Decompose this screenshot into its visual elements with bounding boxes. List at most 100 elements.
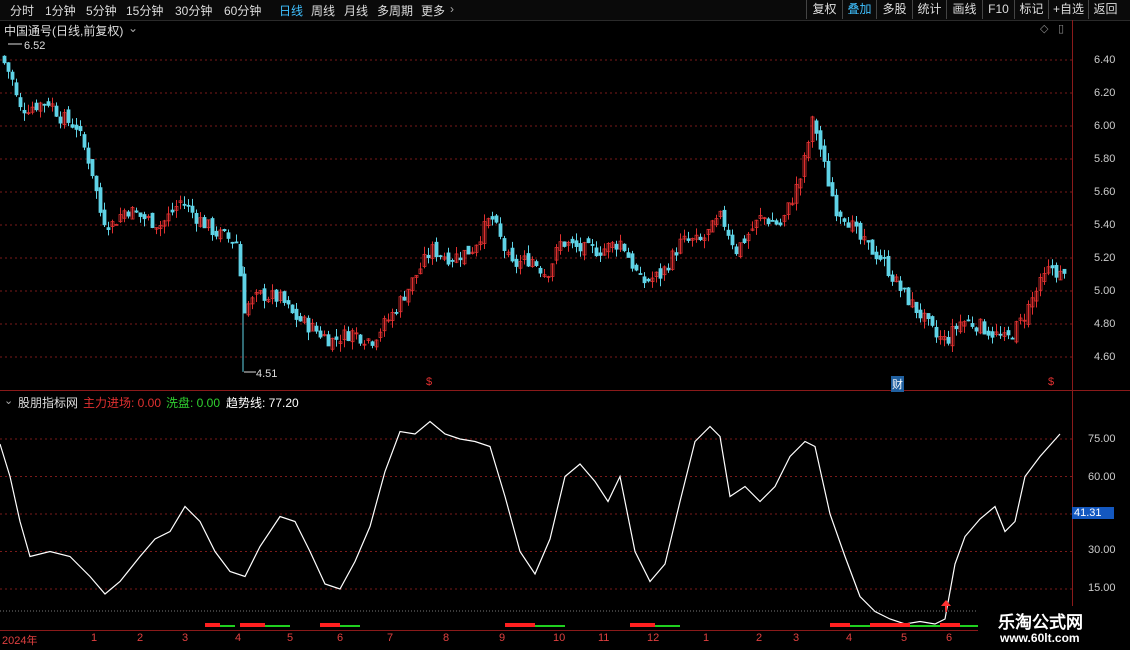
candle-body	[970, 323, 975, 327]
candle-body	[10, 71, 15, 80]
candle-body	[106, 227, 111, 230]
candle-body	[674, 252, 679, 256]
date-label: 7	[387, 632, 394, 644]
date-label: 8	[443, 632, 450, 644]
candle-body	[34, 102, 39, 111]
candle-body	[18, 97, 23, 108]
candle-body	[226, 232, 231, 239]
candle-body	[102, 209, 107, 226]
low-price-label: 4.51	[256, 368, 278, 380]
dividend-marker[interactable]: $	[1048, 376, 1054, 388]
candle-body	[182, 203, 187, 206]
finance-marker[interactable]: 财	[891, 376, 904, 392]
candle-body	[194, 212, 199, 224]
inflow-bar	[505, 623, 535, 627]
candle-body	[54, 105, 59, 117]
date-label: 11	[598, 632, 610, 644]
candle-body	[126, 211, 131, 217]
candle-body	[74, 124, 79, 130]
trend-line	[0, 420, 1061, 625]
window-icon[interactable]: ▯	[1058, 22, 1064, 35]
date-label: 3	[793, 632, 800, 644]
candle-body	[934, 326, 939, 338]
candle-body	[498, 223, 503, 237]
kline-chart[interactable]	[0, 0, 1130, 650]
candle-body	[78, 126, 83, 132]
candle-body	[82, 134, 87, 148]
collapse-icon[interactable]: ⌄	[4, 394, 13, 407]
washout-bar	[265, 625, 290, 627]
candle-body	[986, 330, 991, 336]
candle-body	[42, 103, 47, 106]
current-value-badge: 41.31	[1072, 507, 1114, 519]
washout-bar	[960, 625, 980, 627]
washout-bar	[220, 625, 235, 627]
high-price-label: 6.52	[24, 40, 46, 52]
candle-body	[974, 327, 979, 332]
candle-body	[666, 267, 671, 271]
candle-body	[766, 218, 771, 225]
candle-body	[570, 238, 575, 244]
candle-body	[234, 241, 239, 244]
indicator-line3-label: 趋势线: 77.20	[226, 396, 299, 410]
candle-body	[286, 300, 291, 305]
date-label: 2	[756, 632, 763, 644]
candle-body	[838, 211, 843, 217]
candle-body	[434, 241, 439, 258]
candle-body	[562, 241, 567, 247]
candle-body	[734, 246, 739, 255]
candle-body	[318, 330, 323, 338]
candle-body	[830, 182, 835, 197]
candle-body	[466, 245, 471, 255]
y-tick-price: 5.60	[1094, 186, 1116, 198]
y-tick-price: 4.80	[1094, 318, 1116, 330]
candle-body	[598, 252, 603, 256]
candle-body	[774, 220, 779, 225]
candle-body	[642, 276, 647, 284]
y-tick-price: 6.20	[1094, 87, 1116, 99]
candle-body	[622, 243, 627, 252]
candle-body	[886, 255, 891, 277]
inflow-bar	[240, 623, 265, 627]
candle-body	[658, 268, 663, 279]
washout-bar	[535, 625, 565, 627]
candle-body	[94, 175, 99, 192]
candle-body	[890, 274, 895, 282]
candle-body	[930, 316, 935, 326]
candle-body	[834, 194, 839, 217]
candle-body	[818, 130, 823, 150]
date-label: 10	[553, 632, 566, 644]
diamond-icon[interactable]: ◇	[1040, 22, 1048, 35]
candle-body	[698, 236, 703, 241]
candle-body	[826, 160, 831, 187]
candle-body	[866, 240, 871, 243]
candle-body	[858, 222, 863, 240]
candle-body	[626, 252, 631, 258]
candle-body	[770, 220, 775, 222]
candle-body	[982, 321, 987, 335]
candle-body	[814, 120, 819, 134]
candle-body	[898, 280, 903, 291]
candle-body	[134, 210, 139, 213]
date-label: 6	[946, 632, 953, 644]
indicator-name[interactable]: 股朋指标网	[18, 394, 78, 411]
inflow-bar	[205, 623, 220, 627]
watermark-title: 乐淘公式网	[998, 613, 1083, 632]
date-label: 9	[499, 632, 506, 644]
candle-body	[326, 334, 331, 347]
candle-body	[1010, 337, 1015, 340]
washout-bar	[340, 625, 360, 627]
candle-body	[334, 336, 339, 340]
candle-body	[46, 101, 51, 106]
candle-body	[638, 273, 643, 275]
dividend-marker[interactable]: $	[426, 376, 432, 388]
date-label: 4	[846, 632, 853, 644]
candle-body	[926, 313, 931, 320]
candle-body	[190, 205, 195, 213]
candle-body	[534, 261, 539, 266]
chevron-down-icon[interactable]: ⌄	[128, 21, 138, 35]
candle-body	[490, 216, 495, 220]
candle-body	[346, 331, 351, 342]
candle-body	[150, 212, 155, 228]
candle-body	[854, 221, 859, 227]
